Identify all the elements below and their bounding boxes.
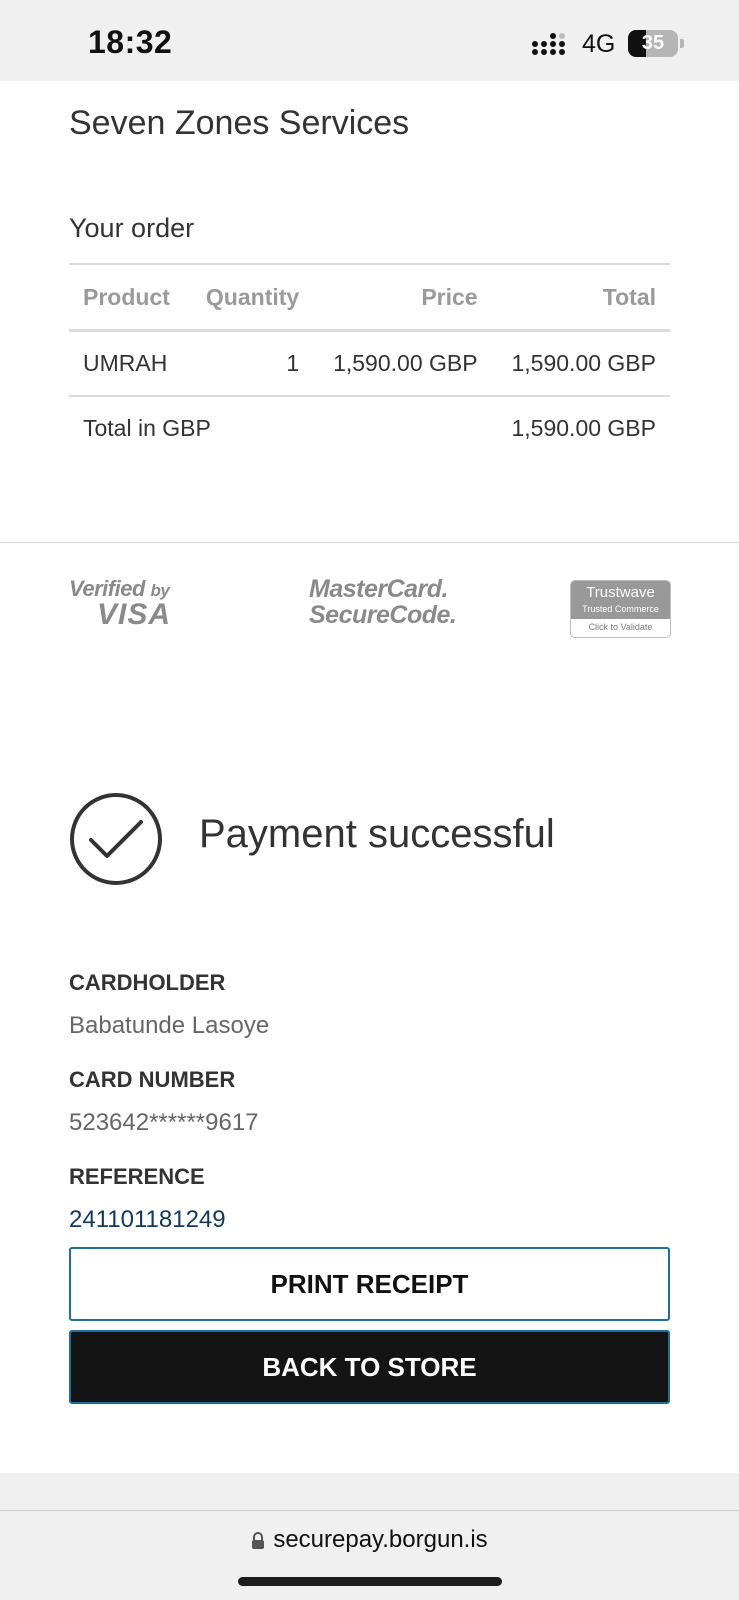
total-row: Total in GBP 1,590.00 GBP (69, 396, 670, 460)
header-quantity: Quantity (187, 263, 314, 332)
item-quantity: 1 (187, 330, 314, 397)
item-price: 1,590.00 GBP (313, 330, 492, 397)
table-row: UMRAH 1 1,590.00 GBP 1,590.00 GBP (69, 330, 670, 397)
order-table: Product Quantity Price Total UMRAH 1 1,5… (69, 263, 670, 460)
cardholder-value: Babatunde Lasoye (69, 1012, 270, 1039)
battery-icon: 35 (628, 30, 678, 57)
order-table-header: Product Quantity Price Total (69, 263, 670, 332)
status-bar: 18:32 4G 35 (0, 0, 739, 81)
signal-icon (532, 33, 565, 55)
item-total: 1,590.00 GBP (491, 330, 670, 397)
battery-tip (680, 39, 684, 48)
section-divider (0, 542, 739, 543)
card-number-label: CARD NUMBER (69, 1067, 236, 1092)
print-receipt-button[interactable]: PRINT RECEIPT (69, 1247, 670, 1321)
toolbar-divider (0, 1510, 739, 1511)
verified-by-visa-logo: Verified by VISA (69, 576, 172, 631)
total-value: 1,590.00 GBP (511, 415, 657, 441)
home-indicator[interactable] (238, 1577, 502, 1586)
url-text: securepay.borgun.is (273, 1526, 488, 1553)
lock-icon (252, 1531, 265, 1549)
order-title: Your order (69, 213, 195, 243)
status-time: 18:32 (88, 24, 173, 60)
trustwave-seal[interactable]: Trustwave Trusted Commerce Click to Vali… (570, 580, 671, 638)
item-product: UMRAH (69, 330, 188, 397)
header-product: Product (69, 263, 188, 332)
checkmark-circle-icon (70, 793, 162, 885)
reference-value: 241101181249 (69, 1206, 226, 1233)
header-price: Price (313, 263, 492, 332)
total-label: Total in GBP (83, 415, 211, 441)
merchant-name: Seven Zones Services (69, 104, 410, 142)
reference-label: REFERENCE (69, 1164, 205, 1189)
card-number-value: 523642******9617 (69, 1109, 259, 1136)
battery-level: 35 (641, 32, 665, 54)
header-total: Total (491, 263, 670, 332)
cardholder-label: CARDHOLDER (69, 970, 226, 995)
mastercard-securecode-logo: MasterCard. SecureCode. (309, 575, 457, 629)
address-bar[interactable]: securepay.borgun.is (0, 1526, 739, 1554)
back-to-store-button[interactable]: BACK TO STORE (69, 1330, 670, 1404)
network-type: 4G (582, 30, 616, 58)
payment-status-message: Payment successful (199, 812, 555, 856)
